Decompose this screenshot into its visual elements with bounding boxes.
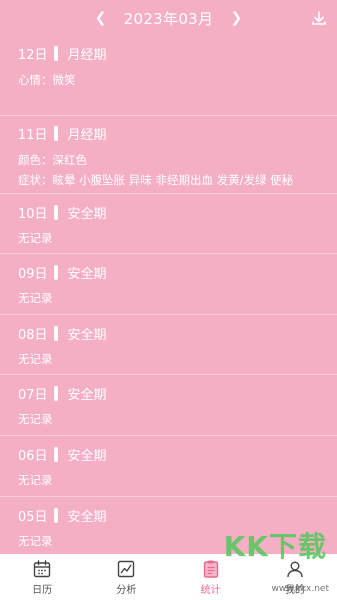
entry-phase: 安全期 bbox=[67, 510, 107, 525]
entry-day: 08日 bbox=[18, 328, 48, 343]
list-item[interactable]: 08日 安全期 无记录 bbox=[0, 315, 337, 375]
entry-day: 09日 bbox=[18, 267, 48, 282]
entry-day: 11日 bbox=[18, 128, 48, 143]
watermark-logo: KK下载 bbox=[223, 530, 327, 563]
watermark-url: www.kkx.net bbox=[271, 584, 330, 594]
entry-detail: 无记录 bbox=[18, 534, 53, 548]
tab-label: 分析 bbox=[116, 584, 137, 596]
calendar-icon bbox=[33, 559, 51, 577]
entry-detail: 颜色：深红色 bbox=[18, 153, 87, 167]
entry-phase: 安全期 bbox=[67, 449, 107, 464]
download-icon[interactable] bbox=[311, 10, 327, 26]
entry-day: 07日 bbox=[18, 388, 48, 403]
entry-phase: 安全期 bbox=[67, 388, 107, 403]
tab-calendar[interactable]: 日历 bbox=[0, 554, 84, 600]
entry-day: 05日 bbox=[18, 510, 48, 525]
entry-day: 06日 bbox=[18, 449, 48, 464]
tab-label: 统计 bbox=[200, 584, 221, 596]
phase-marker bbox=[53, 265, 58, 280]
record-list[interactable]: 12日 月经期 心情：微笑 11日 月经期 颜色：深红色 症状：眩晕 小腹坠胀 … bbox=[0, 36, 337, 554]
entry-detail: 心情：微笑 bbox=[18, 73, 76, 87]
entry-phase: 安全期 bbox=[67, 328, 107, 343]
entry-detail: 无记录 bbox=[18, 291, 53, 305]
list-item[interactable]: 10日 安全期 无记录 bbox=[0, 194, 337, 254]
phase-marker bbox=[53, 447, 58, 462]
phase-marker bbox=[53, 386, 58, 401]
entry-detail: 症状：眩晕 小腹坠胀 异味 非经期出血 发黄/发绿 便秘 bbox=[18, 173, 294, 187]
entry-detail: 无记录 bbox=[18, 473, 53, 487]
entry-detail: 无记录 bbox=[18, 231, 53, 245]
month-title: 2023年03月 bbox=[123, 9, 214, 28]
chevron-right-icon[interactable]: ❯ bbox=[229, 10, 243, 26]
entry-day: 10日 bbox=[18, 207, 48, 222]
list-item[interactable]: 07日 安全期 无记录 bbox=[0, 375, 337, 436]
phase-marker bbox=[53, 326, 58, 341]
phase-marker bbox=[53, 205, 58, 220]
entry-day: 12日 bbox=[18, 48, 48, 63]
clipboard-icon bbox=[203, 560, 218, 578]
list-item[interactable]: 09日 安全期 无记录 bbox=[0, 254, 337, 315]
chart-icon bbox=[118, 560, 135, 577]
list-item[interactable]: 12日 月经期 心情：微笑 bbox=[0, 36, 337, 116]
phase-marker bbox=[53, 508, 58, 523]
entry-phase: 安全期 bbox=[67, 207, 107, 222]
entry-phase: 月经期 bbox=[67, 48, 107, 63]
phase-marker bbox=[53, 46, 58, 61]
tab-analysis[interactable]: 分析 bbox=[84, 554, 168, 600]
entry-detail: 无记录 bbox=[18, 412, 53, 426]
entry-phase: 安全期 bbox=[67, 267, 107, 282]
entry-detail: 无记录 bbox=[18, 352, 53, 366]
phase-marker bbox=[53, 126, 58, 141]
month-header: ❮ 2023年03月 ❯ bbox=[0, 0, 337, 36]
list-item[interactable]: 11日 月经期 颜色：深红色 症状：眩晕 小腹坠胀 异味 非经期出血 发黄/发绿… bbox=[0, 116, 337, 194]
chevron-left-icon[interactable]: ❮ bbox=[94, 10, 108, 26]
entry-phase: 月经期 bbox=[67, 128, 107, 143]
tab-label: 日历 bbox=[32, 584, 53, 596]
list-item[interactable]: 06日 安全期 无记录 bbox=[0, 436, 337, 497]
